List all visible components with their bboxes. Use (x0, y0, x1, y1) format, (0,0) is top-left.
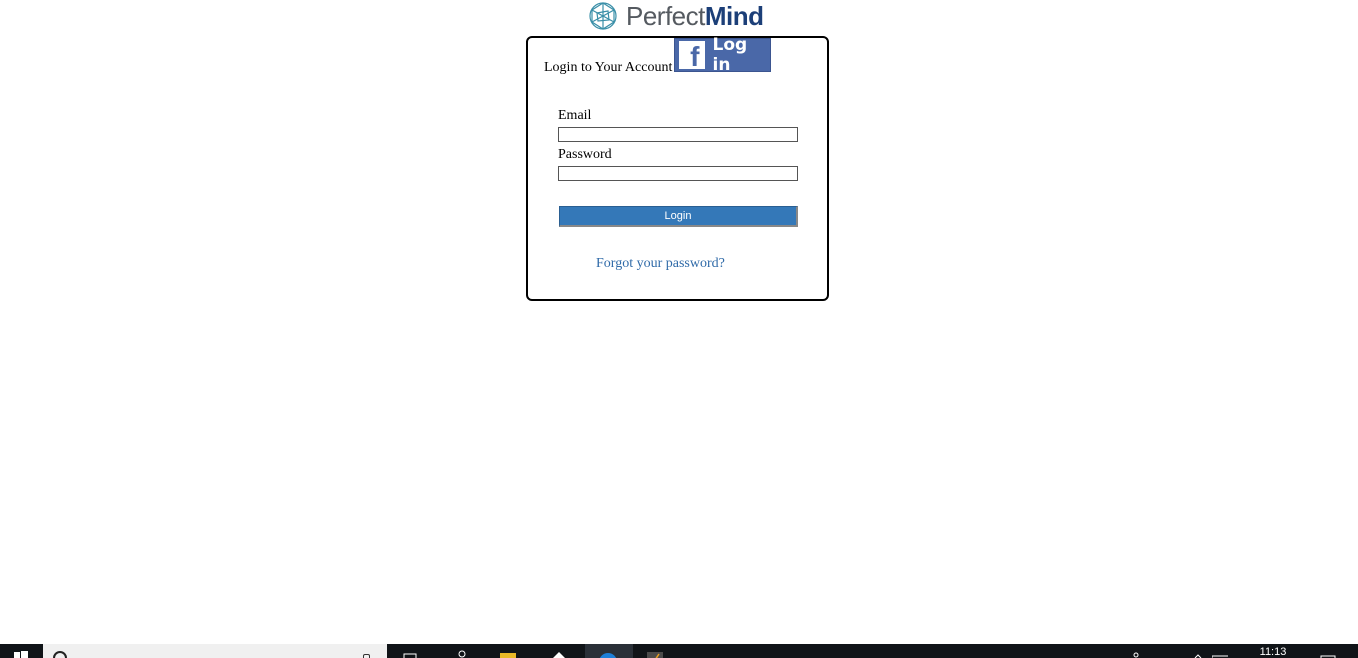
email-field[interactable] (558, 127, 798, 142)
perfectmind-logo-icon (589, 2, 617, 30)
notifications-icon[interactable] (1320, 650, 1336, 658)
login-panel: Login to Your Account f Log in Email Pas… (526, 35, 829, 301)
taskbar-active-app[interactable] (585, 644, 633, 658)
microphone-icon[interactable] (363, 654, 370, 658)
logo-text-mind: Mind (704, 1, 764, 31)
store-icon[interactable] (551, 650, 567, 658)
people-icon[interactable] (454, 650, 470, 658)
app-icon[interactable] (647, 650, 663, 658)
email-label: Email (558, 108, 592, 123)
taskbar-clock[interactable]: 11:13 (1248, 646, 1298, 658)
password-field[interactable] (558, 166, 798, 181)
page: PerfectMind Login to Your Account f Log … (0, 0, 1358, 658)
file-explorer-icon[interactable] (500, 650, 516, 658)
forgot-password-link[interactable]: Forgot your password? (596, 256, 725, 272)
taskbar: 11:13 (0, 644, 1358, 658)
facebook-icon: f (679, 41, 705, 69)
facebook-login-button[interactable]: f Log in (674, 35, 771, 75)
login-button[interactable]: Login (559, 206, 798, 227)
task-view-icon[interactable] (402, 650, 418, 658)
facebook-login-label: Log in (712, 35, 748, 75)
login-title: Login to Your Account (544, 60, 673, 75)
edge-browser-icon (599, 653, 617, 658)
logo-wordmark: PerfectMind (626, 1, 764, 31)
windows-icon (14, 651, 28, 658)
search-icon (53, 651, 67, 658)
password-label: Password (558, 147, 612, 162)
network-icon[interactable] (1212, 650, 1228, 658)
logo-text-perfect: Perfect (626, 1, 705, 31)
chevron-up-icon[interactable] (1190, 650, 1206, 658)
user-icon[interactable] (1128, 650, 1144, 658)
taskbar-search-box[interactable] (43, 644, 387, 658)
perfectmind-logo: PerfectMind (586, 0, 764, 32)
start-button[interactable] (0, 644, 42, 658)
